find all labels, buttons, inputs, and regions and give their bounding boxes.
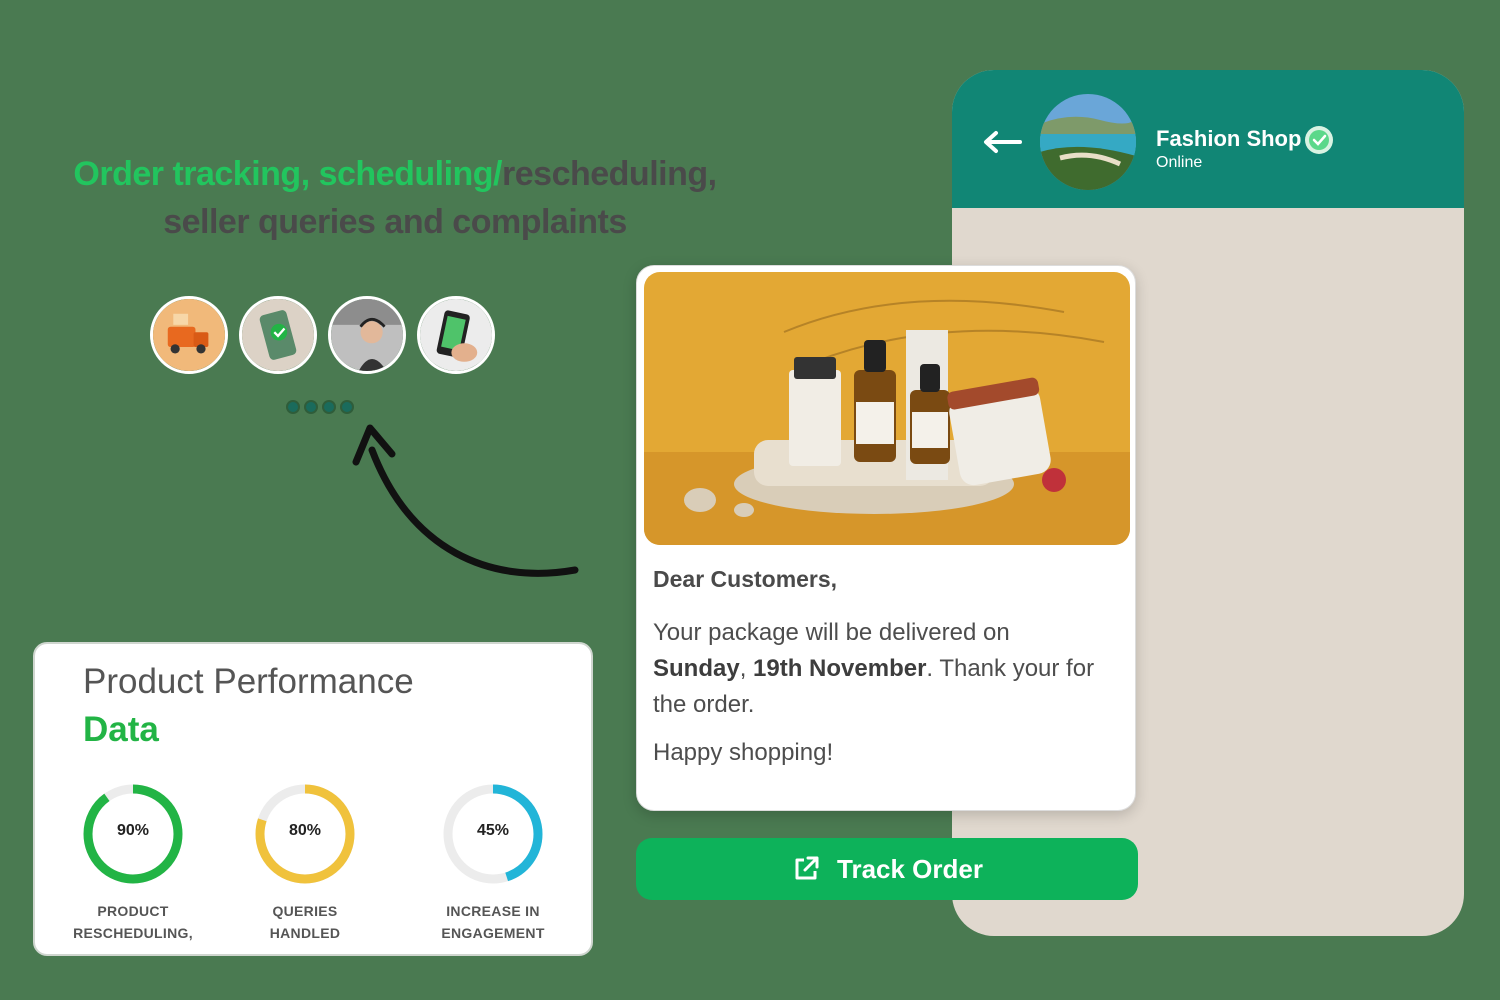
headline-line2: seller queries and complaints: [163, 203, 627, 241]
metric-queries-handled: 80% QUERIES HANDLED: [225, 782, 385, 944]
metric-increase-engagement: 45% INCREASE IN ENGAGEMENT: [413, 782, 573, 944]
metric-value: 90%: [116, 822, 150, 839]
carousel-dot[interactable]: [306, 402, 316, 412]
metric-label: QUERIES HANDLED: [269, 903, 341, 941]
carousel-dot[interactable]: [342, 402, 352, 412]
message-separator: ,: [739, 655, 754, 682]
phone-check-image[interactable]: [239, 296, 317, 374]
message-line-prefix: Your package will be delivered on: [653, 619, 1010, 646]
message-card: Dear Customers, Your package will be del…: [636, 265, 1136, 811]
track-order-button[interactable]: Track Order: [636, 838, 1138, 900]
track-order-label: Track Order: [837, 853, 983, 884]
headline-green-text: Order tracking, scheduling/: [73, 155, 503, 193]
performance-subtitle: Data: [83, 710, 159, 749]
headline: Order tracking, scheduling/rescheduling,…: [20, 150, 770, 246]
headline-gray-text: rescheduling,: [502, 155, 717, 193]
carousel-dot[interactable]: [324, 402, 334, 412]
metric-product-rescheduling: 90% PRODUCT RESCHEDULING,: [53, 782, 213, 944]
metric-value: 45%: [476, 822, 510, 839]
verified-badge-icon: [1305, 126, 1333, 154]
metric-label: INCREASE IN ENGAGEMENT: [441, 903, 545, 941]
metric-label: PRODUCT RESCHEDULING,: [73, 903, 193, 941]
message-body: Your package will be delivered on Sunday,…: [653, 615, 1123, 723]
message-day: Sunday: [653, 655, 740, 682]
performance-title: Product Performance: [83, 662, 414, 701]
message-greeting: Dear Customers,: [653, 566, 838, 592]
message-date: 19th November: [753, 655, 927, 682]
message-text: Dear Customers, Your package will be del…: [653, 566, 1123, 783]
chat-header: Fashion Shop Online: [952, 70, 1464, 208]
delivery-truck-image[interactable]: [150, 296, 228, 374]
back-arrow-icon[interactable]: [982, 130, 1022, 154]
support-agent-image[interactable]: [328, 296, 406, 374]
shop-status: Online: [1156, 154, 1203, 171]
curved-arrow-icon: [352, 424, 579, 577]
product-image: [644, 272, 1130, 545]
metric-value: 80%: [288, 822, 322, 839]
shop-avatar[interactable]: [1040, 94, 1136, 190]
shop-name: Fashion Shop: [1156, 126, 1302, 151]
message-closing: Happy shopping!: [653, 739, 834, 766]
carousel-dot[interactable]: [288, 402, 298, 412]
mobile-app-image[interactable]: [417, 296, 495, 374]
performance-card: Product Performance Data 90% PRODUCT RESC…: [33, 642, 593, 956]
external-link-icon: [795, 856, 819, 880]
